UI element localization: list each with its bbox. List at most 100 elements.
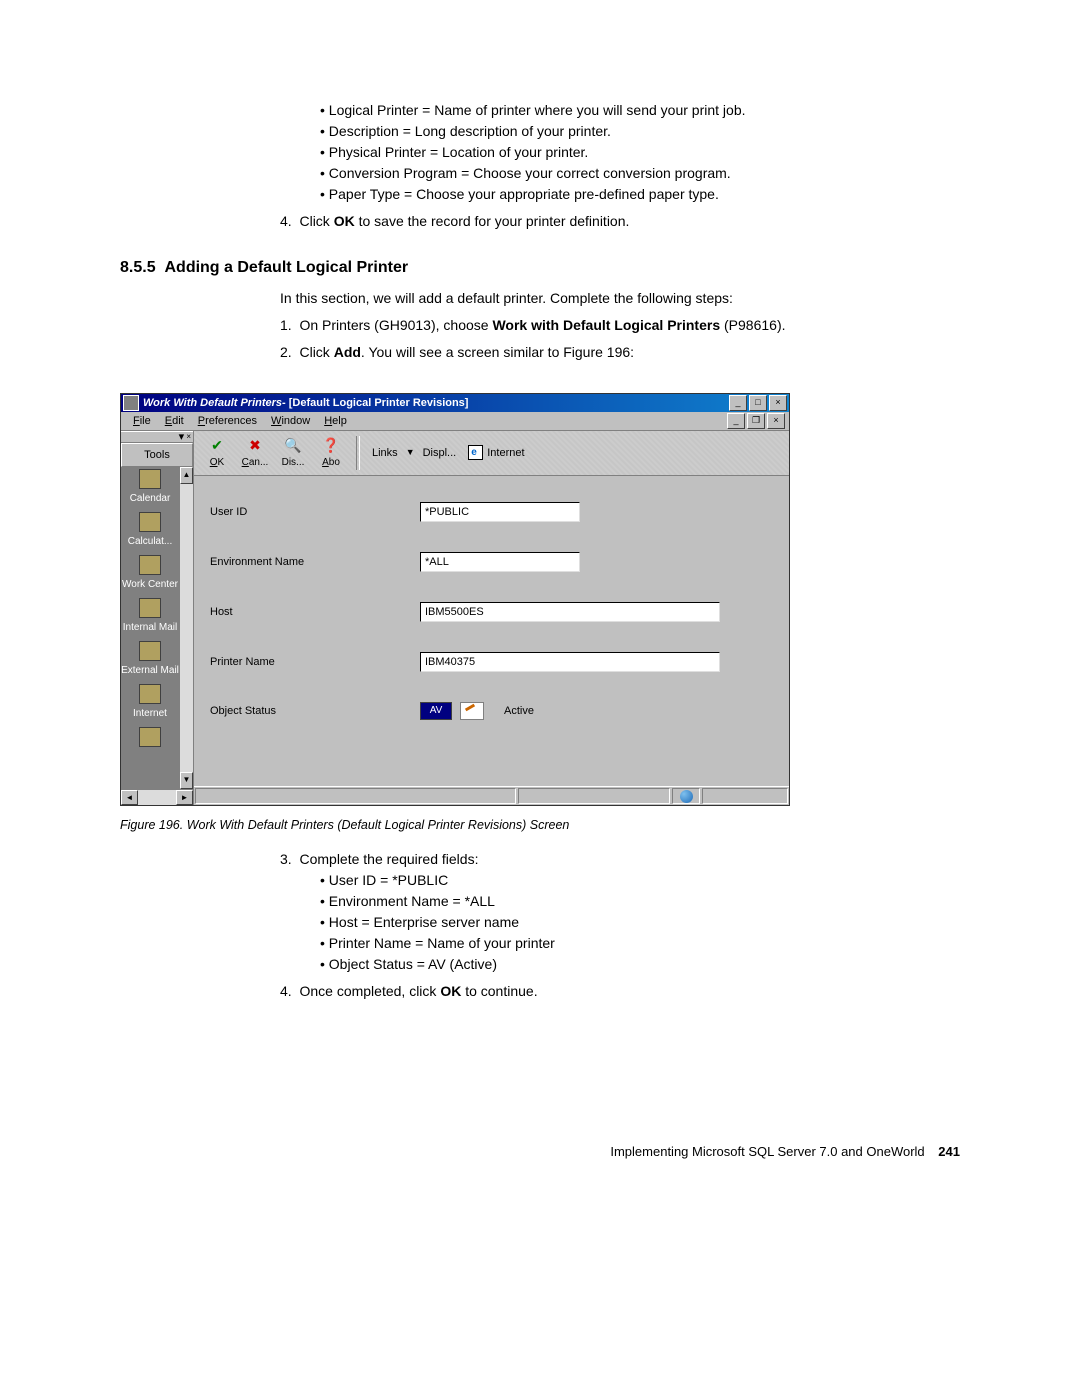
x-icon: ✖ (238, 437, 272, 455)
status-text: Active (504, 703, 534, 720)
s1-pre: On Printers (GH9013), choose (299, 317, 492, 333)
status-code-input[interactable]: AV (420, 702, 452, 720)
scroll-up-icon[interactable]: ▲ (180, 467, 193, 484)
sidebar-item-extra[interactable] (121, 727, 179, 749)
menu-edit[interactable]: Edit (159, 413, 190, 430)
extra-icon (139, 727, 161, 747)
main-area: ✔OK ✖Can... 🔍Dis... ❓Abo Links ▼ Displ..… (194, 431, 789, 805)
intro-text: In this section, we will add a default p… (280, 288, 960, 309)
user-id-label: User ID (210, 504, 420, 521)
maximize-button[interactable]: □ (749, 395, 767, 411)
footer: Implementing Microsoft SQL Server 7.0 an… (120, 1142, 960, 1162)
menu-preferences[interactable]: Preferences (192, 413, 263, 430)
env-label: Environment Name (210, 554, 420, 571)
status-cell-2 (518, 788, 670, 804)
lookup-button[interactable] (460, 702, 484, 720)
sidebar-item-internet[interactable]: Internet (121, 684, 179, 721)
displ-link[interactable]: Displ... (423, 445, 457, 462)
bullet-logical-printer: Logical Printer = Name of printer where … (320, 100, 960, 121)
user-id-input[interactable] (420, 502, 580, 522)
bullet-physical-printer: Physical Printer = Location of your prin… (320, 142, 960, 163)
calculator-icon (139, 512, 161, 532)
mdi-close-button[interactable]: × (767, 413, 785, 429)
s2-bold: Add (334, 344, 361, 360)
mdi-restore-button[interactable]: ❐ (747, 413, 765, 429)
sidebar-item-calculator[interactable]: Calculat... (121, 512, 179, 549)
env-input[interactable] (420, 552, 580, 572)
about-button[interactable]: ❓Abo (314, 437, 348, 470)
bullet-user-id: User ID = *PUBLIC (320, 870, 960, 891)
host-input[interactable] (420, 602, 720, 622)
bullet-description: Description = Long description of your p… (320, 121, 960, 142)
tools-label[interactable]: Tools (121, 443, 193, 467)
scroll-down-icon[interactable]: ▼ (180, 772, 193, 789)
bullet-host: Host = Enterprise server name (320, 912, 960, 933)
side-hscrollbar[interactable]: ◄ ► (121, 789, 193, 805)
step-4-top: 4. Click OK to save the record for your … (280, 211, 960, 232)
scroll-left-icon[interactable]: ◄ (121, 790, 138, 805)
bullet-paper-type: Paper Type = Choose your appropriate pre… (320, 184, 960, 205)
ok-button[interactable]: ✔OK (200, 437, 234, 470)
step-3: 3. Complete the required fields: (280, 849, 960, 870)
links-dropdown-icon[interactable]: ▼ (406, 446, 415, 460)
s1-post: (P98616). (720, 317, 785, 333)
section-heading: 8.5.5 Adding a Default Logical Printer (120, 256, 960, 280)
close-button[interactable]: × (769, 395, 787, 411)
sidebar-item-work-center[interactable]: Work Center (121, 555, 179, 592)
step4b-ok: OK (440, 983, 461, 999)
display-button[interactable]: 🔍Dis... (276, 437, 310, 470)
host-label: Host (210, 604, 420, 621)
display-icon: 🔍 (276, 437, 310, 455)
footer-text: Implementing Microsoft SQL Server 7.0 an… (610, 1144, 924, 1159)
sidebar-item-calendar[interactable]: Calendar (121, 469, 179, 506)
minimize-button[interactable]: _ (729, 395, 747, 411)
step-4-bottom: 4. Once completed, click OK to continue. (280, 981, 960, 1002)
menu-file[interactable]: File (127, 413, 157, 430)
bullet-env: Environment Name = *ALL (320, 891, 960, 912)
step3-lead: Complete the required fields: (299, 851, 478, 867)
toolbar-separator (356, 436, 360, 470)
step4b-pre: Once completed, click (299, 983, 440, 999)
figure-caption: Figure 196. Work With Default Printers (… (120, 816, 960, 835)
step4-pre: Click (299, 213, 333, 229)
s2-post: . You will see a screen similar to Figur… (361, 344, 634, 360)
workcenter-icon (139, 555, 161, 575)
section-title: Adding a Default Logical Printer (164, 259, 408, 276)
page: Logical Printer = Name of printer where … (0, 0, 1080, 1221)
about-icon: ❓ (314, 437, 348, 455)
side-vscrollbar[interactable]: ▲ ▼ (179, 467, 193, 789)
app-icon (123, 395, 139, 411)
step4-post: to save the record for your printer defi… (355, 213, 630, 229)
tools-close-icon[interactable]: × (184, 431, 191, 443)
status-globe-cell (672, 788, 700, 804)
step4-ok: OK (334, 213, 355, 229)
internet-link[interactable]: Internet (468, 445, 524, 462)
titlebar[interactable]: Work With Default Printers - [Default Lo… (121, 394, 789, 412)
cancel-button[interactable]: ✖Can... (238, 437, 272, 470)
internet-icon (139, 684, 161, 704)
tools-header-bar: ▾ × (121, 431, 193, 443)
status-cell-3 (702, 788, 788, 804)
bullet-printer: Printer Name = Name of your printer (320, 933, 960, 954)
footer-page: 241 (938, 1144, 960, 1159)
screenshot-window: Work With Default Printers - [Default Lo… (120, 393, 790, 806)
sidebar-item-external-mail[interactable]: External Mail (121, 641, 179, 678)
scroll-track[interactable] (180, 484, 193, 772)
printer-input[interactable] (420, 652, 720, 672)
sidebar-item-internal-mail[interactable]: Internal Mail (121, 598, 179, 635)
status-cell-1 (195, 788, 516, 804)
menu-window[interactable]: Window (265, 413, 316, 430)
statusbar (194, 786, 789, 805)
menu-help[interactable]: Help (318, 413, 353, 430)
links-label: Links (372, 445, 398, 462)
globe-icon (680, 790, 693, 803)
scroll-right-icon[interactable]: ► (176, 790, 193, 805)
s2-pre: Click (299, 344, 333, 360)
ie-icon (468, 445, 483, 460)
menubar: File Edit Preferences Window Help _ ❐ × (121, 412, 789, 431)
step-1: 1. On Printers (GH9013), choose Work wit… (280, 315, 960, 336)
status-label: Object Status (210, 703, 420, 720)
mdi-minimize-button[interactable]: _ (727, 413, 745, 429)
step4b-post: to continue. (461, 983, 537, 999)
internal-mail-icon (139, 598, 161, 618)
